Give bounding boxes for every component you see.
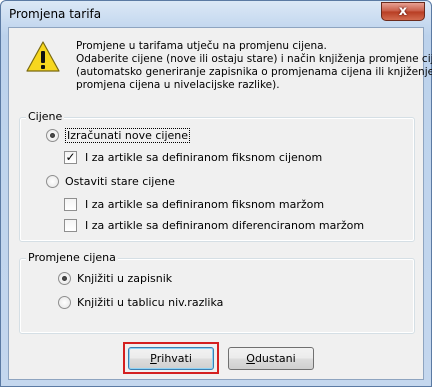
message-line: Odaberite cijene (nove ili ostaju stare)…: [76, 53, 432, 65]
fixed-price-articles-label: I za artikle sa definiranom fiksnom cije…: [85, 151, 323, 164]
book-table-label: Knjižiti u tablicu niv.razlika: [77, 296, 224, 309]
price-change-group: Promjene cijena Knjižiti u zapisnik Knji…: [19, 251, 415, 334]
book-table-radio[interactable]: Knjižiti u tablicu niv.razlika: [58, 296, 223, 309]
radio-indicator[interactable]: [46, 129, 59, 142]
cancel-mnemonic: O: [246, 352, 255, 365]
close-icon: x: [398, 4, 408, 19]
checkbox-box[interactable]: [64, 219, 77, 232]
title-bar[interactable]: Promjena tarifa x: [1, 1, 431, 27]
radio-indicator[interactable]: [46, 175, 59, 188]
diff-margin-articles-label: I za artikle sa definiranom diferenciran…: [85, 219, 365, 232]
price-change-group-title: Promjene cijena: [26, 251, 118, 264]
cancel-button[interactable]: Odustani: [228, 347, 314, 370]
fixed-margin-articles-checkbox[interactable]: I za artikle sa definiranom fiksnom marž…: [64, 198, 324, 211]
window-title: Promjena tarifa: [9, 7, 102, 21]
radio-indicator[interactable]: [58, 272, 71, 285]
message-line: promjena cijena u nivelacijske razlike).: [76, 79, 280, 91]
checkbox-box[interactable]: [64, 198, 77, 211]
cancel-label: dustani: [254, 352, 296, 365]
keep-old-prices-label: Ostaviti stare cijene: [65, 175, 175, 188]
diff-margin-articles-checkbox[interactable]: I za artikle sa definiranom diferenciran…: [64, 219, 364, 232]
book-record-label: Knjižiti u zapisnik: [77, 272, 173, 285]
book-record-radio[interactable]: Knjižiti u zapisnik: [58, 272, 172, 285]
checkmark-icon[interactable]: ✓: [64, 151, 77, 164]
accept-label: rihvati: [156, 352, 192, 365]
calc-new-prices-radio[interactable]: Izračunati nove cijene: [46, 128, 191, 143]
fixed-price-articles-checkbox[interactable]: ✓ I za artikle sa definiranom fiksnom ci…: [64, 151, 322, 164]
prices-group: Cijene Izračunati nove cijene ✓ I za art…: [19, 110, 415, 242]
calc-new-prices-label: Izračunati nove cijene: [65, 128, 191, 143]
radio-indicator[interactable]: [58, 296, 71, 309]
prices-group-title: Cijene: [26, 110, 65, 123]
info-message: Promjene u tarifama utječu na promjenu c…: [76, 40, 432, 92]
fixed-margin-articles-label: I za artikle sa definiranom fiksnom marž…: [85, 198, 325, 211]
accept-button[interactable]: Prihvati: [128, 347, 214, 370]
warning-icon: [26, 41, 60, 72]
accept-mnemonic: P: [150, 352, 157, 365]
message-line: Promjene u tarifama utječu na promjenu c…: [76, 40, 327, 52]
close-button[interactable]: x: [381, 2, 425, 21]
keep-old-prices-radio[interactable]: Ostaviti stare cijene: [46, 175, 175, 188]
dialog-window: Promjena tarifa x Promjene u tarifama ut…: [0, 0, 432, 387]
message-line: (automatsko generiranje zapisnika o prom…: [76, 66, 432, 78]
dialog-body: Promjene u tarifama utječu na promjenu c…: [8, 27, 432, 380]
